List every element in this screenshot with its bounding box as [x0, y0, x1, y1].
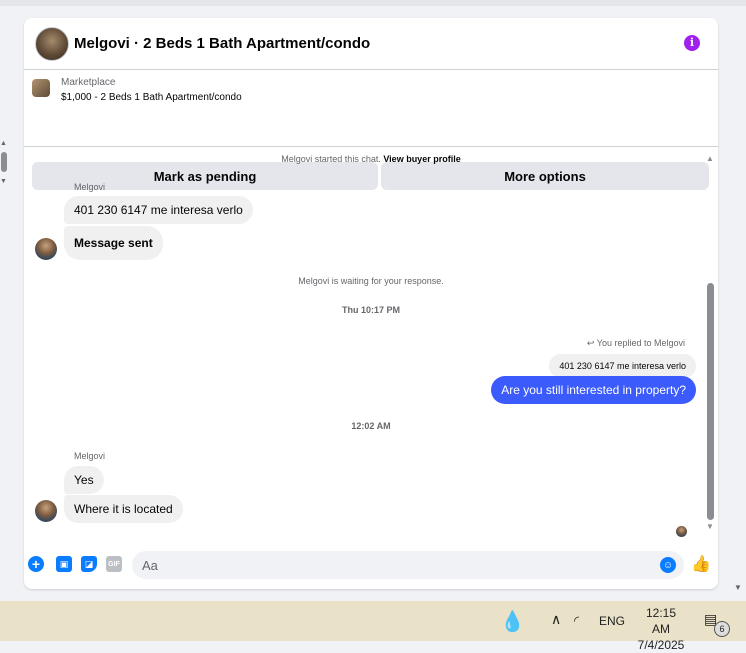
chevron-up-icon[interactable]: ∧	[551, 611, 561, 628]
message-list: Melgovi started this chat. View buyer pr…	[24, 148, 718, 540]
marketplace-label: Marketplace	[61, 77, 116, 88]
scroll-up-arrow-icon[interactable]: ▲	[706, 154, 714, 163]
wifi-icon[interactable]: ◜	[574, 613, 579, 629]
quoted-message[interactable]: 401 230 6147 me interesa verlo	[549, 354, 696, 378]
contact-avatar[interactable]	[35, 27, 69, 61]
page-scrollbar[interactable]: ▲ ▼	[0, 138, 9, 188]
scroll-thumb[interactable]	[707, 283, 714, 520]
listing-price-title[interactable]: $1,000 - 2 Beds 1 Bath Apartment/condo	[61, 92, 242, 103]
listing-thumbnail[interactable]	[32, 79, 50, 97]
water-drop-icon[interactable]: 💧	[500, 609, 525, 634]
scroll-thumb[interactable]	[1, 152, 7, 172]
contact-avatar-small[interactable]	[35, 500, 57, 522]
chat-started-text: Melgovi started this chat.	[281, 154, 381, 164]
chat-window: Melgovi · 2 Beds 1 Bath Apartment/condo …	[24, 18, 718, 589]
view-buyer-profile-link[interactable]: View buyer profile	[383, 154, 460, 164]
incoming-message[interactable]: Yes	[64, 466, 104, 494]
photo-icon[interactable]: ▣	[56, 556, 72, 572]
chat-title[interactable]: Melgovi · 2 Beds 1 Bath Apartment/condo	[74, 35, 370, 52]
scroll-down-arrow-icon[interactable]: ▼	[0, 178, 7, 185]
sender-name: Melgovi	[74, 182, 106, 192]
seen-indicator-avatar	[676, 526, 687, 537]
chat-started-notice: Melgovi started this chat. View buyer pr…	[24, 154, 718, 164]
taskbar: 💧 ∧ ◜ ENG 12:15 AM 7/4/2025 ▤ 6	[0, 601, 746, 652]
plus-icon[interactable]: +	[28, 556, 44, 572]
message-input[interactable]: Aa	[132, 551, 684, 579]
scroll-down-arrow-icon[interactable]: ▼	[706, 522, 714, 531]
timestamp-divider: Thu 10:17 PM	[341, 305, 400, 315]
emoji-icon[interactable]: ☺	[660, 557, 676, 573]
incoming-message[interactable]: 401 230 6147 me interesa verlo	[64, 196, 253, 224]
top-strip	[0, 0, 746, 6]
chat-header: Melgovi · 2 Beds 1 Bath Apartment/condo …	[24, 18, 718, 70]
thumbs-up-icon[interactable]: 👍	[691, 555, 711, 573]
scroll-up-arrow-icon[interactable]: ▲	[0, 140, 7, 147]
timestamp-divider: 12:02 AM	[351, 421, 391, 431]
listing-panel: Marketplace $1,000 - 2 Beds 1 Bath Apart…	[24, 70, 718, 190]
message-composer: + ▣ ◪ GIF Aa ☺ 👍	[24, 548, 718, 582]
notification-count-badge: 6	[714, 621, 730, 637]
sticker-icon[interactable]: ◪	[81, 556, 97, 572]
info-icon[interactable]: i	[684, 35, 700, 51]
waiting-notice: Melgovi is waiting for your response.	[298, 276, 444, 286]
reply-indicator-text: You replied to Melgovi	[596, 338, 685, 348]
clock-date: 7/4/2025	[637, 638, 685, 652]
clock-time: 12:15 AM	[645, 606, 677, 636]
contact-avatar-small[interactable]	[35, 238, 57, 260]
language-indicator[interactable]: ENG	[599, 614, 625, 628]
incoming-message[interactable]: Where it is located	[64, 495, 183, 523]
outgoing-message[interactable]: Are you still interested in property?	[491, 376, 696, 404]
divider	[24, 146, 718, 147]
message-scrollbar[interactable]: ▲ ▼	[704, 154, 716, 534]
gif-icon[interactable]: GIF	[106, 556, 122, 572]
page-scroll-down-icon[interactable]: ▼	[734, 583, 742, 592]
incoming-message[interactable]: Message sent	[64, 226, 163, 260]
clock[interactable]: 12:15 AM 7/4/2025	[636, 605, 686, 653]
sender-name: Melgovi	[74, 451, 106, 461]
reply-indicator: ↩ You replied to Melgovi	[587, 338, 685, 349]
reply-arrow-icon: ↩	[586, 338, 595, 348]
